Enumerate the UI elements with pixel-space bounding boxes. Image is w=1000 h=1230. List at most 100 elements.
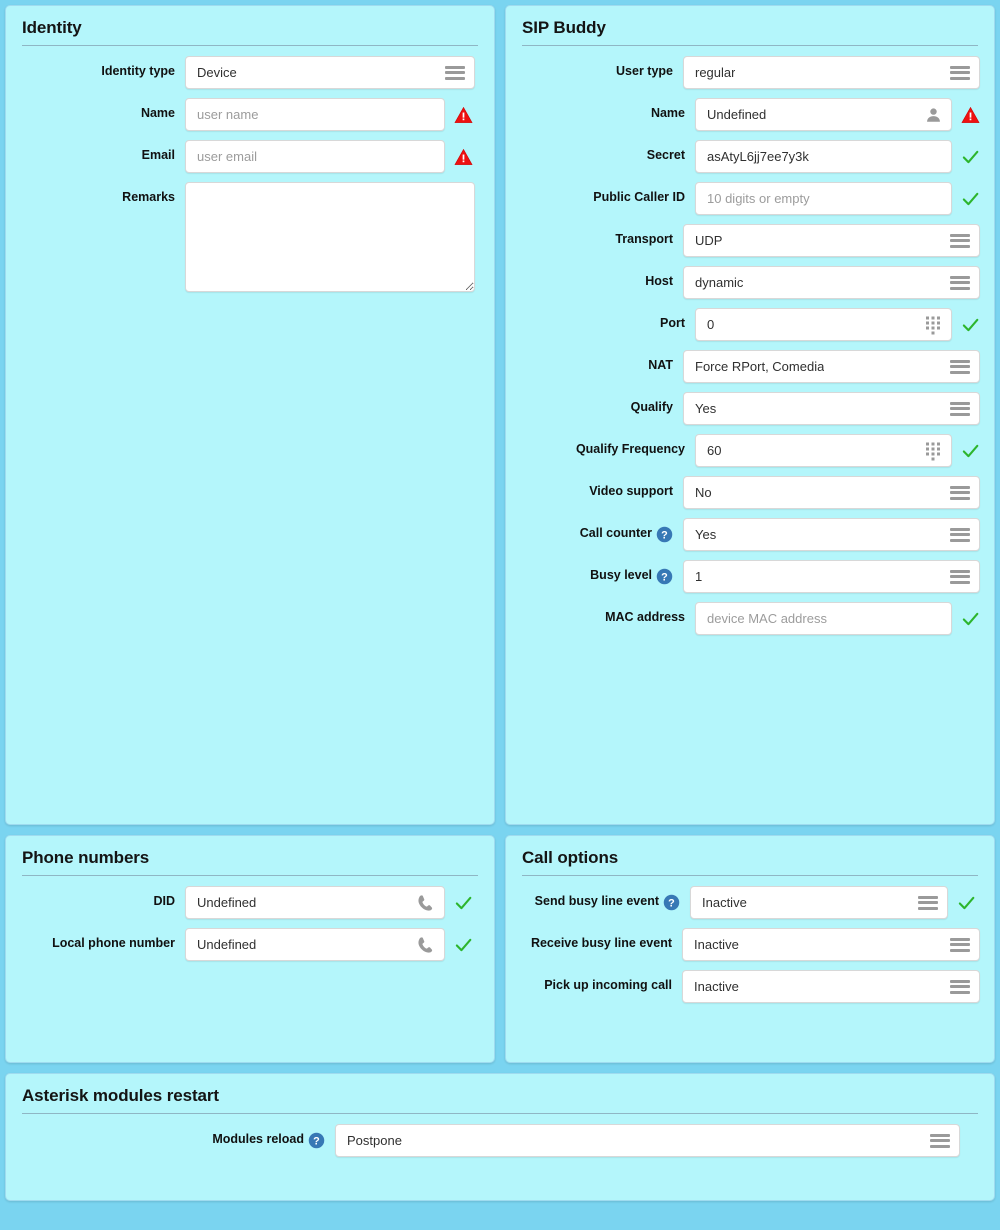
label-sip-name: Name: [650, 106, 685, 120]
user-type-select[interactable]: regular: [683, 56, 980, 89]
hamburger-icon[interactable]: [918, 895, 938, 910]
asterisk-modules-restart-panel: Asterisk modules restart Modules reload …: [5, 1073, 995, 1201]
identity-name-input[interactable]: user name: [185, 98, 445, 131]
control-receive-busy-line-event: Inactive: [682, 928, 980, 961]
mac-address-input[interactable]: device MAC address: [695, 602, 952, 635]
hamburger-icon[interactable]: [950, 485, 970, 500]
phone-numbers-panel-divider: [22, 875, 478, 876]
hamburger-icon[interactable]: [950, 275, 970, 290]
person-icon[interactable]: [925, 106, 942, 123]
phone-icon[interactable]: [417, 936, 435, 954]
hamburger-icon[interactable]: [950, 359, 970, 374]
transport-select[interactable]: UDP: [683, 224, 980, 257]
busy-level-value: 1: [695, 569, 703, 584]
label-busy-level: Busy level ?: [520, 560, 683, 586]
hamburger-icon[interactable]: [445, 65, 465, 80]
label-mac-address: MAC address: [605, 610, 685, 624]
hamburger-icon[interactable]: [950, 65, 970, 80]
public-caller-id-input[interactable]: 10 digits or empty: [695, 182, 952, 215]
hamburger-icon[interactable]: [950, 937, 970, 952]
field-row-send-busy-line-event: Send busy line event ? Inactive: [520, 886, 980, 919]
control-port: 0: [695, 308, 980, 341]
asterisk-modules-restart-panel-divider: [22, 1113, 978, 1114]
dialpad-icon[interactable]: [925, 315, 942, 334]
label-public-caller-id: Public Caller ID: [593, 190, 685, 204]
modules-reload-select[interactable]: Postpone: [335, 1124, 960, 1157]
sip-buddy-panel-divider: [522, 45, 978, 46]
field-row-qualify-frequency: Qualify Frequency 60: [520, 434, 980, 467]
label-receive-busy-line-event: Receive busy line event: [530, 936, 672, 950]
hamburger-icon[interactable]: [950, 527, 970, 542]
modules-reload-value: Postpone: [347, 1133, 402, 1148]
field-row-transport: Transport UDP: [520, 224, 980, 257]
receive-busy-line-event-select[interactable]: Inactive: [682, 928, 980, 961]
transport-value: UDP: [695, 233, 723, 248]
hamburger-icon[interactable]: [950, 233, 970, 248]
nat-select[interactable]: Force RPort, Comedia: [683, 350, 980, 383]
pick-up-incoming-call-select[interactable]: Inactive: [682, 970, 980, 1003]
control-send-busy-line-event: Inactive: [690, 886, 976, 919]
hamburger-icon[interactable]: [950, 979, 970, 994]
sip-name-input[interactable]: Undefined: [695, 98, 952, 131]
settings-page: Identity Identity type Device Name user …: [0, 0, 1000, 1230]
help-icon[interactable]: ?: [656, 568, 673, 586]
svg-text:?: ?: [668, 897, 675, 909]
label-qualify: Qualify: [630, 400, 673, 414]
top-row: Identity Identity type Device Name user …: [5, 5, 995, 825]
field-row-identity-email: Email user email: [20, 140, 480, 173]
host-select[interactable]: dynamic: [683, 266, 980, 299]
control-nat: Force RPort, Comedia: [683, 350, 980, 383]
identity-email-input[interactable]: user email: [185, 140, 445, 173]
hamburger-icon[interactable]: [950, 401, 970, 416]
qualify-select[interactable]: Yes: [683, 392, 980, 425]
field-row-identity-remarks: Remarks: [20, 182, 480, 292]
identity-panel-title: Identity: [22, 18, 82, 37]
sip-name-value: Undefined: [707, 107, 767, 122]
local-phone-number-input[interactable]: Undefined: [185, 928, 445, 961]
hamburger-icon[interactable]: [930, 1133, 950, 1148]
field-row-secret: Secret asAtyL6jj7ee7y3k: [520, 140, 980, 173]
label-transport: Transport: [615, 232, 673, 246]
field-row-host: Host dynamic: [520, 266, 980, 299]
host-value: dynamic: [695, 275, 744, 290]
help-icon[interactable]: ?: [656, 526, 673, 544]
control-video-support: No: [683, 476, 980, 509]
did-input[interactable]: Undefined: [185, 886, 445, 919]
local-phone-number-value: Undefined: [197, 937, 257, 952]
qualify-value: Yes: [695, 401, 717, 416]
label-identity-type: Identity type: [101, 64, 175, 78]
field-row-identity-name: Name user name: [20, 98, 480, 131]
field-row-port: Port 0: [520, 308, 980, 341]
qualify-frequency-input[interactable]: 60: [695, 434, 952, 467]
control-local-phone-number: Undefined: [185, 928, 473, 961]
help-icon[interactable]: ?: [308, 1132, 325, 1150]
call-counter-select[interactable]: Yes: [683, 518, 980, 551]
label-identity-remarks: Remarks: [122, 190, 175, 204]
did-value: Undefined: [197, 895, 257, 910]
send-busy-line-event-select[interactable]: Inactive: [690, 886, 948, 919]
send-busy-line-event-value: Inactive: [702, 895, 747, 910]
identity-type-select[interactable]: Device: [185, 56, 475, 89]
asterisk-modules-restart-panel-title: Asterisk modules restart: [22, 1086, 219, 1105]
dialpad-icon[interactable]: [925, 441, 942, 460]
busy-level-select[interactable]: 1: [683, 560, 980, 593]
control-identity-email: user email: [185, 140, 473, 173]
identity-remarks-textarea[interactable]: [185, 182, 475, 292]
nat-value: Force RPort, Comedia: [695, 359, 825, 374]
field-row-sip-name: Name Undefined: [520, 98, 980, 131]
label-send-busy-line-event: Send busy line event ?: [520, 886, 690, 912]
control-qualify: Yes: [683, 392, 980, 425]
hamburger-icon[interactable]: [950, 569, 970, 584]
control-identity-name: user name: [185, 98, 473, 131]
help-icon[interactable]: ?: [663, 894, 680, 912]
phone-icon[interactable]: [417, 894, 435, 912]
secret-input[interactable]: asAtyL6jj7ee7y3k: [695, 140, 952, 173]
port-input[interactable]: 0: [695, 308, 952, 341]
control-mac-address: device MAC address: [695, 602, 980, 635]
control-call-counter: Yes: [683, 518, 980, 551]
label-did: DID: [153, 894, 175, 908]
control-pick-up-incoming-call: Inactive: [682, 970, 980, 1003]
mac-address-placeholder: device MAC address: [707, 611, 827, 626]
label-modules-reload: Modules reload ?: [20, 1124, 335, 1150]
video-support-select[interactable]: No: [683, 476, 980, 509]
